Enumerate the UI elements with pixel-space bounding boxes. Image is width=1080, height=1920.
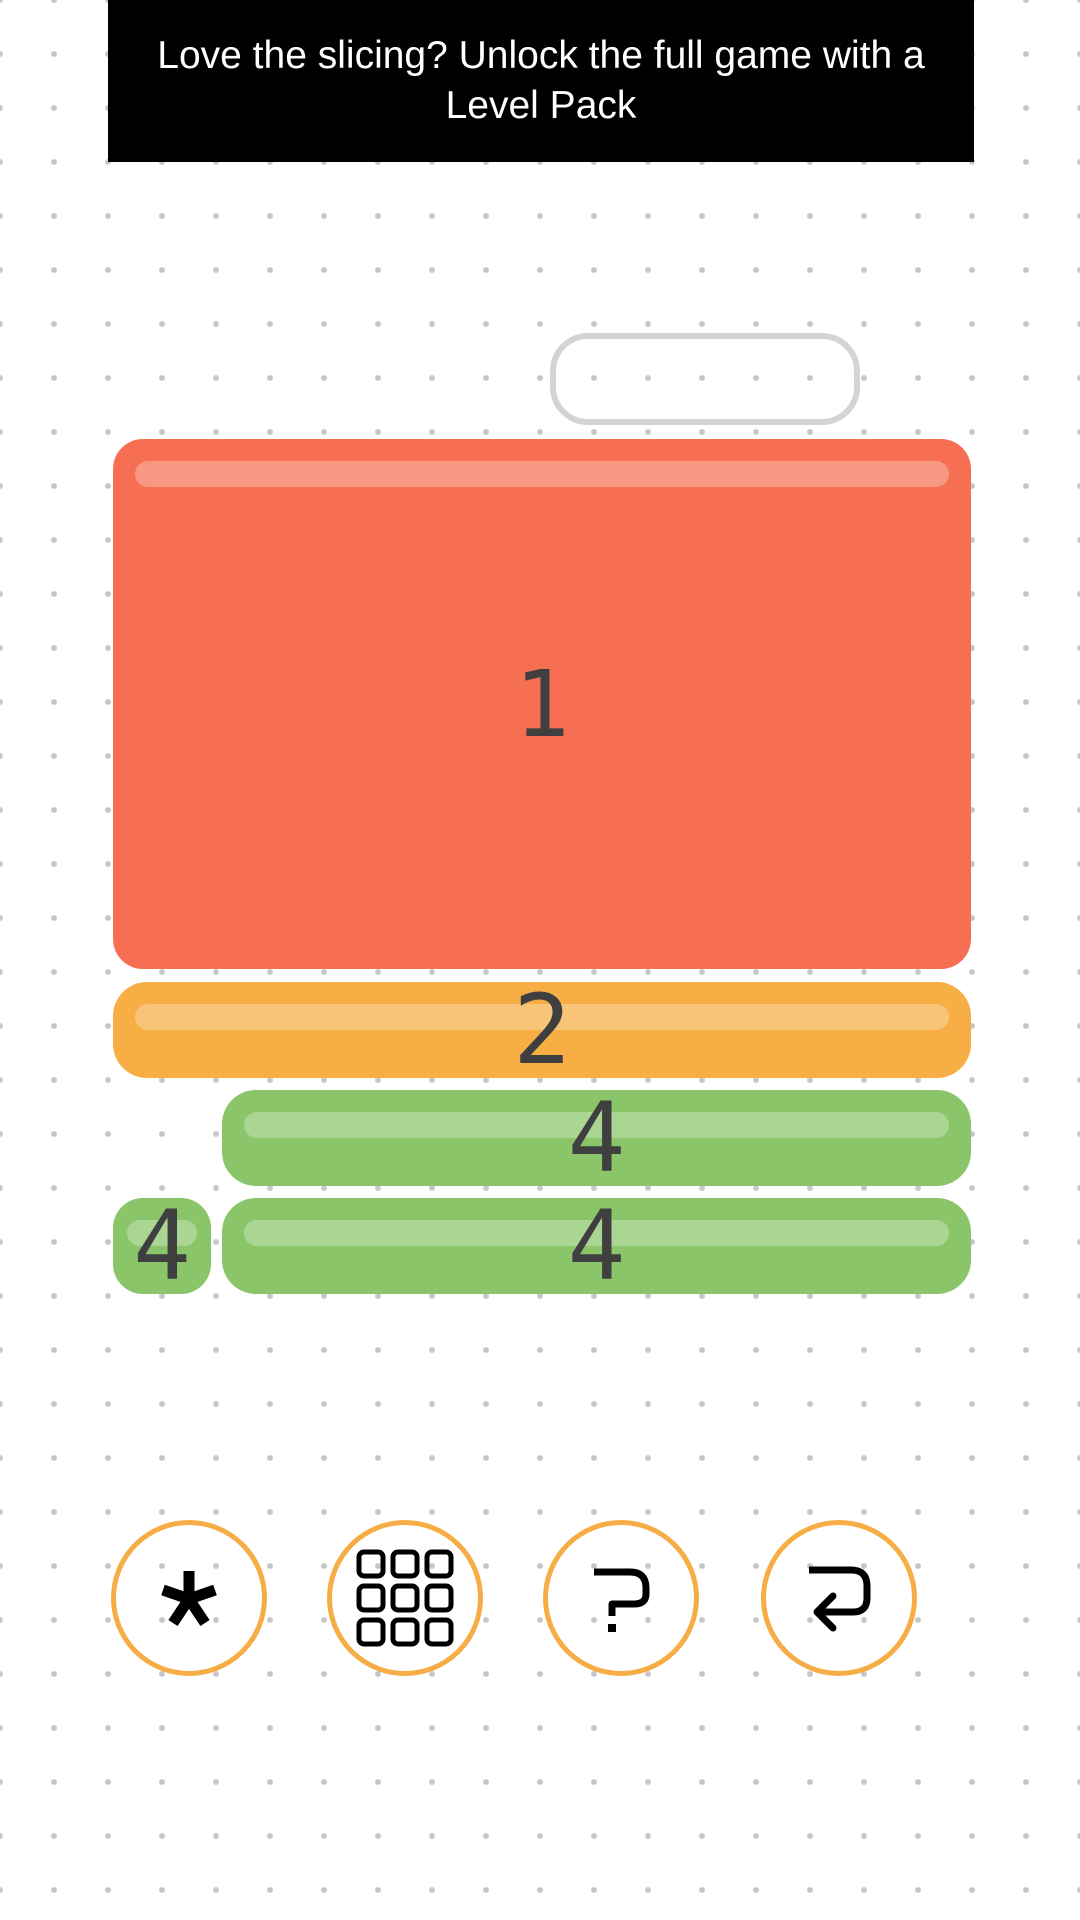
banner-text: Love the slicing? Unlock the full game w…: [157, 34, 925, 127]
undo-return-icon: [809, 1566, 871, 1632]
level-grid-icon: [356, 1549, 454, 1647]
block-number: 4: [567, 1090, 626, 1186]
level-select-button[interactable]: [327, 1520, 483, 1676]
number-block-1[interactable]: 1: [113, 439, 971, 969]
level-pack-banner[interactable]: Love the slicing? Unlock the full game w…: [108, 0, 974, 162]
block-number: 4: [567, 1198, 626, 1294]
block-number: 2: [513, 982, 571, 1078]
help-question-icon: [594, 1568, 650, 1632]
number-block-3[interactable]: 4: [222, 1090, 971, 1186]
block-number: 1: [514, 650, 570, 758]
asterisk-icon: [161, 1571, 217, 1627]
number-block-2[interactable]: 2: [113, 982, 971, 1078]
block-number: 4: [133, 1198, 191, 1294]
number-block-4[interactable]: 4: [113, 1198, 211, 1294]
number-block-5[interactable]: 4: [222, 1198, 971, 1294]
block-shine: [135, 461, 949, 487]
help-button[interactable]: [543, 1520, 699, 1676]
hint-button[interactable]: [111, 1520, 267, 1676]
undo-button[interactable]: [761, 1520, 917, 1676]
target-slot-outline: [550, 333, 860, 425]
